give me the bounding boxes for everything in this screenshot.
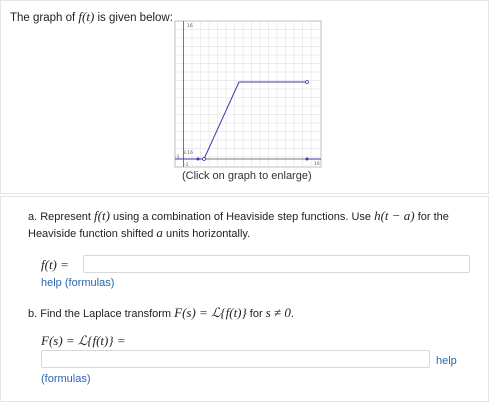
graph-svg[interactable]: 16 3.16 -1 16 -1 [173,19,323,171]
function-graph[interactable]: 16 3.16 -1 16 -1 [173,19,323,171]
help-link-b[interactable]: help [436,355,457,367]
enlarge-graph-caption[interactable]: (Click on graph to enlarge) [182,170,312,182]
x-right-label: 16 [314,161,320,167]
y-mark-label: 3.16 [183,150,193,156]
f-t-label: f(t) = [41,257,69,272]
intro-suffix: is given below: [94,12,173,24]
part-a-prompt: a. Represent f(t) using a combination of… [28,208,449,240]
filled-endpoint [196,157,200,161]
laplace-answer-input[interactable] [41,350,430,368]
y-bottom-label: -1 [184,162,189,168]
open-endpoint [202,157,206,161]
part-b-prompt: b. Find the Laplace transform F(s) = ℒ{f… [28,305,294,320]
help-formulas-link-a[interactable]: help (formulas) [41,277,114,289]
intro-text: The graph of f(t) is given below: [10,9,173,25]
laplace-label: F(s) = ℒ{f(t)} = [41,333,126,348]
intro-prefix: The graph of [10,12,79,24]
y-top-label: 16 [187,23,193,29]
open-endpoint-top [305,80,309,84]
intro-function: f(t) [78,9,95,24]
filled-endpoint-right [305,157,309,161]
formulas-link-b[interactable]: (formulas) [41,373,91,385]
f-t-answer-input[interactable] [83,255,470,273]
